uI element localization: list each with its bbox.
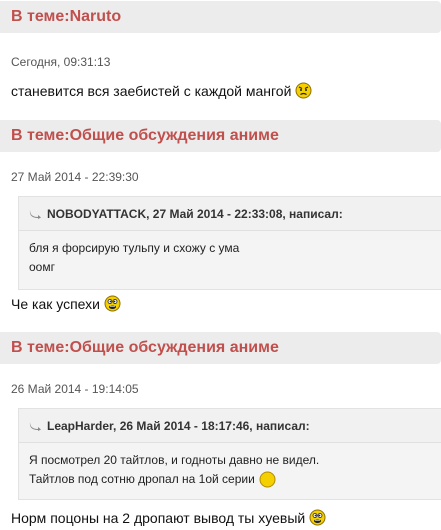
crazy-smiley-icon — [104, 295, 121, 312]
quote-line: оомг — [29, 260, 55, 274]
quote-body: бля я форсирую тульпу и схожу с ума оомг — [19, 231, 441, 277]
quote-block: LeapHarder, 26 Май 2014 - 18:17:46, напи… — [18, 408, 441, 500]
post-date: 27 Май 2014 - 22:39:30 — [11, 170, 139, 184]
post-body: Че как успехи — [11, 295, 100, 312]
topic-link[interactable]: В теме:Naruto — [11, 8, 121, 26]
blank-smiley-icon — [259, 471, 276, 488]
quote-arrow-icon — [29, 421, 41, 431]
post-text: станевится вся заебистей с каждой мангой — [11, 82, 312, 99]
topic-header: В теме:Naruto — [0, 1, 441, 33]
quote-author: LeapHarder, 26 Май 2014 - 18:17:46, напи… — [47, 418, 310, 433]
quote-body: Я посмотрел 20 тайтлов, и годноты давно … — [19, 443, 441, 489]
quote-line-text: Тайтлов под сотню дропал на 1ой серии — [29, 472, 255, 486]
quote-header: LeapHarder, 26 Май 2014 - 18:17:46, напи… — [19, 409, 441, 443]
quote-line: Я посмотрел 20 тайтлов, и годноты давно … — [29, 453, 320, 467]
topic-header: В теме:Общие обсуждения аниме — [0, 120, 441, 152]
topic-link[interactable]: В теме:Общие обсуждения аниме — [11, 339, 279, 357]
quote-header: NOBODYATTACK, 27 Май 2014 - 22:33:08, на… — [19, 197, 441, 231]
crazy-smiley-icon — [309, 509, 326, 526]
quote-line: бля я форсирую тульпу и схожу с ума — [29, 241, 240, 255]
quote-author: NOBODYATTACK, 27 Май 2014 - 22:33:08, на… — [47, 206, 343, 221]
post-date: 26 Май 2014 - 19:14:05 — [11, 382, 139, 396]
post-text: Че как успехи — [11, 295, 121, 312]
post-body: Норм поцоны на 2 дропают вывод ты хуевый — [11, 509, 306, 526]
post-text: Норм поцоны на 2 дропают вывод ты хуевый — [11, 509, 326, 526]
angry-smiley-icon — [295, 82, 312, 99]
quote-arrow-icon — [29, 209, 41, 219]
quote-line: Тайтлов под сотню дропал на 1ой серии — [29, 470, 441, 489]
quote-block: NOBODYATTACK, 27 Май 2014 - 22:33:08, на… — [18, 196, 441, 290]
topic-header: В теме:Общие обсуждения аниме — [0, 332, 441, 364]
topic-link[interactable]: В теме:Общие обсуждения аниме — [11, 127, 279, 145]
post-date: Сегодня, 09:31:13 — [11, 55, 111, 69]
post-body: станевится вся заебистей с каждой мангой — [11, 82, 292, 99]
